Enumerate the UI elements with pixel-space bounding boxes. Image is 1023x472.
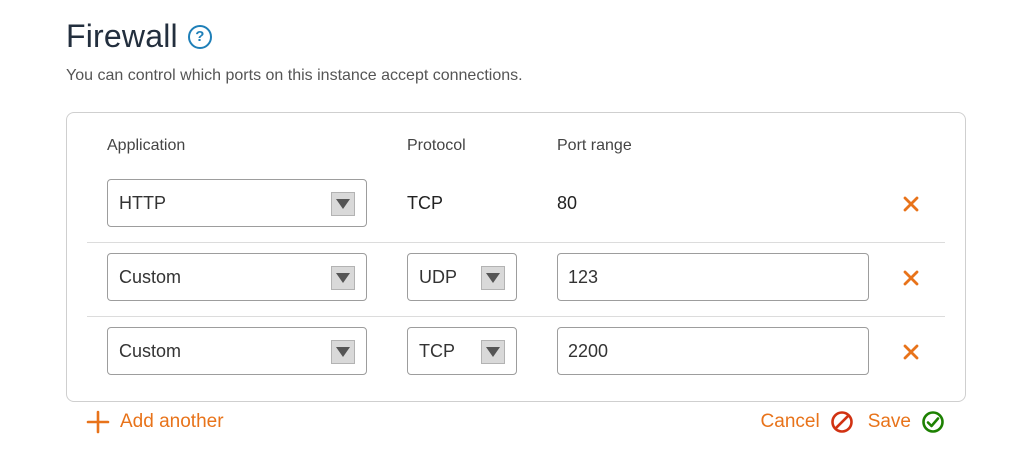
protocol-select-value: UDP: [419, 266, 458, 287]
application-select[interactable]: Custom: [107, 253, 367, 301]
form-actions: Cancel Save: [761, 410, 945, 434]
port-range-value: 80: [557, 193, 578, 213]
application-select-value: HTTP: [119, 192, 166, 213]
remove-rule-icon[interactable]: [899, 192, 923, 216]
dropdown-arrow-icon[interactable]: [481, 266, 505, 290]
dropdown-arrow-icon[interactable]: [331, 266, 355, 290]
protocol-value: TCP: [407, 193, 443, 213]
check-circle-icon: [922, 411, 944, 433]
port-range-input[interactable]: [557, 327, 869, 375]
table-row: Custom UDP: [87, 243, 945, 317]
add-another-button[interactable]: Add another: [86, 410, 224, 434]
cancel-icon: [830, 411, 853, 433]
protocol-select[interactable]: UDP: [407, 253, 517, 301]
save-label: Save: [867, 411, 911, 432]
plus-icon: [86, 410, 110, 434]
cancel-label: Cancel: [760, 411, 820, 432]
application-select[interactable]: HTTP: [107, 179, 367, 227]
application-select-value: Custom: [119, 340, 182, 361]
column-header-protocol: Protocol: [407, 137, 466, 154]
protocol-select-value: TCP: [419, 340, 455, 361]
table-row: Custom TCP: [87, 317, 945, 391]
dropdown-arrow-icon[interactable]: [331, 192, 355, 216]
remove-rule-icon[interactable]: [899, 340, 923, 364]
dropdown-arrow-icon[interactable]: [331, 340, 355, 364]
port-range-input[interactable]: [557, 253, 869, 301]
application-select[interactable]: Custom: [107, 327, 367, 375]
cancel-button[interactable]: Cancel: [761, 410, 854, 434]
page-title: Firewall: [66, 18, 178, 54]
protocol-select[interactable]: TCP: [407, 327, 517, 375]
remove-rule-icon[interactable]: [899, 266, 923, 290]
application-select-value: Custom: [119, 266, 182, 287]
add-another-label: Add another: [120, 411, 224, 432]
dropdown-arrow-icon[interactable]: [481, 340, 505, 364]
help-icon[interactable]: ?: [187, 24, 212, 49]
firewall-rules-panel: Application Protocol Port range HTTP TCP…: [66, 112, 966, 402]
save-button[interactable]: Save: [868, 410, 945, 434]
page-subtitle: You can control which ports on this inst…: [66, 67, 523, 84]
column-header-application: Application: [107, 137, 186, 154]
table-row: HTTP TCP 80: [87, 169, 945, 243]
page-title-row: Firewall ?: [66, 18, 212, 55]
column-header-port-range: Port range: [557, 137, 632, 154]
